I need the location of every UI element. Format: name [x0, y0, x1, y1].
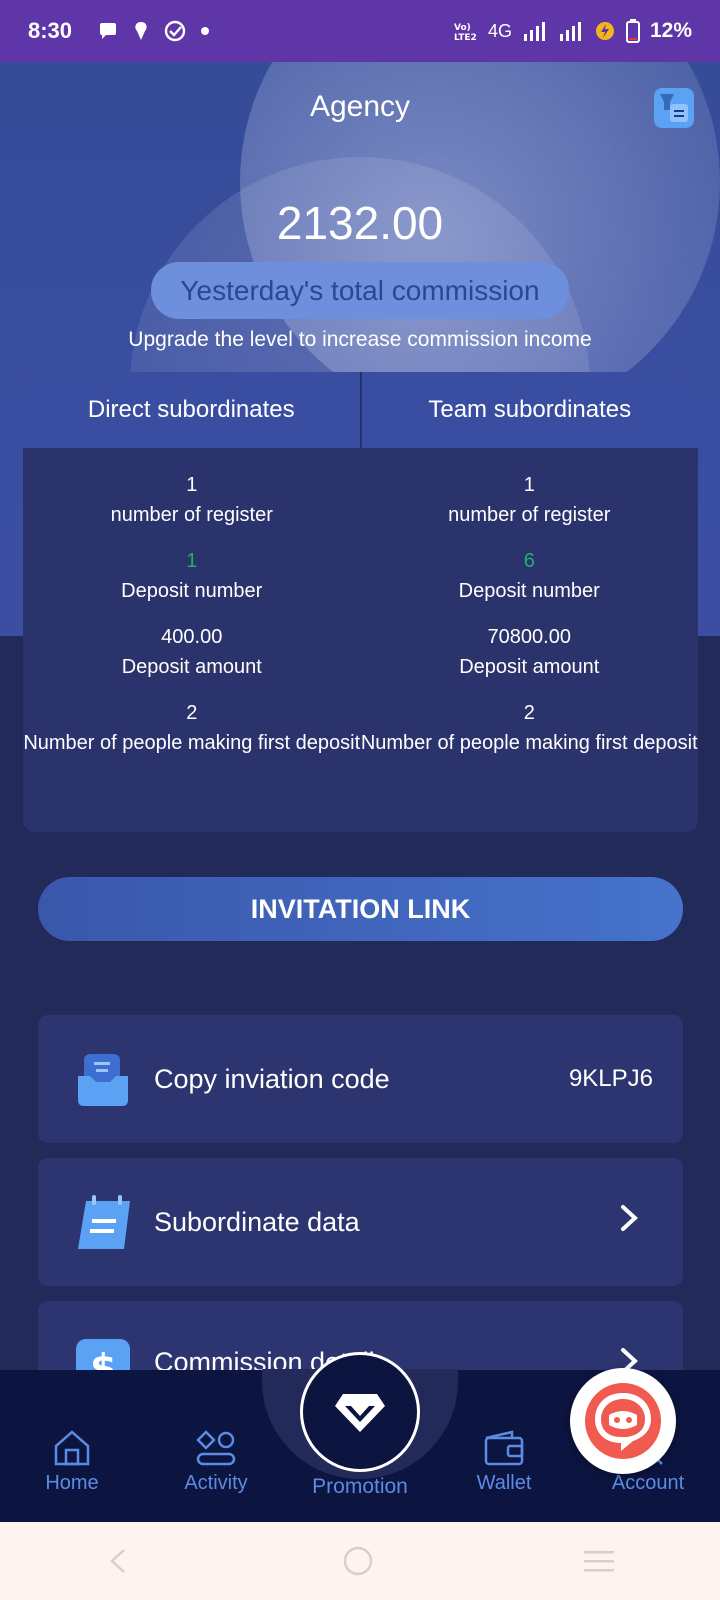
stat-deposit-amount: 70800.00 Deposit amount	[361, 622, 699, 682]
chat-notification-icon	[100, 23, 117, 39]
status-right: Vo) LTE2 4G 12%	[454, 19, 692, 43]
agency-rules-icon[interactable]	[654, 88, 694, 128]
svg-text:Vo): Vo)	[454, 23, 471, 33]
app-notification-icon	[135, 22, 147, 40]
nav-home-label: Home	[45, 1472, 99, 1494]
stat-label: Deposit amount	[121, 656, 262, 678]
commission-amount: 2132.00	[276, 197, 444, 249]
stat-label: Number of people making first deposit	[23, 732, 361, 754]
stat-label: Deposit amount	[459, 656, 600, 678]
chat-bubble-icon	[585, 1383, 661, 1459]
nav-account-label: Account	[611, 1472, 685, 1494]
stat-deposit-number: 1 Deposit number	[23, 546, 361, 606]
invitation-code-value: 9KLPJ6	[568, 1065, 653, 1092]
stat-label: Deposit number	[458, 580, 600, 602]
recents-icon[interactable]	[582, 1546, 616, 1576]
nav-promotion[interactable]	[300, 1352, 420, 1472]
back-icon[interactable]	[104, 1546, 134, 1576]
stat-value: 2	[523, 702, 535, 724]
battery-percent: 12%	[649, 19, 692, 42]
activity-icon	[156, 1428, 276, 1468]
svg-text:LTE2: LTE2	[454, 33, 477, 41]
nav-promotion-label: Promotion	[312, 1475, 408, 1498]
tab-direct-subordinates[interactable]: Direct subordinates	[23, 372, 362, 448]
direct-stats: 1 number of register 1 Deposit number 400.…	[23, 448, 361, 774]
system-navigation-bar	[0, 1522, 720, 1600]
chevron-right-icon	[619, 1204, 639, 1240]
support-chat-button[interactable]	[570, 1368, 676, 1474]
nav-activity[interactable]: Activity	[156, 1428, 276, 1495]
page-title: Agency	[309, 90, 411, 123]
invitation-link-button[interactable]: INVITATION LINK	[38, 877, 683, 941]
stat-value: 1	[523, 474, 535, 496]
stat-first-deposit: 2 Number of people making first deposit	[361, 698, 699, 758]
signal-icon	[523, 22, 545, 41]
subordinates-card: Direct subordinates Team subordinates 1 n…	[23, 372, 698, 832]
battery-saver-icon	[595, 22, 614, 40]
network-type: 4G	[487, 20, 512, 41]
stat-first-deposit: 2 Number of people making first deposit	[23, 698, 361, 758]
diamond-icon	[335, 1394, 385, 1432]
commission-label: Yesterday's total commission	[151, 262, 569, 319]
upgrade-hint: Upgrade the level to increase commission…	[128, 328, 592, 351]
wallet-icon	[444, 1428, 564, 1468]
stat-value: 6	[523, 550, 535, 572]
stat-deposit-number: 6 Deposit number	[361, 546, 699, 606]
subordinates-tabs: Direct subordinates Team subordinates	[23, 372, 698, 448]
notification-icons	[98, 20, 210, 42]
nav-activity-label: Activity	[184, 1472, 248, 1494]
stat-value: 2	[186, 702, 198, 724]
tab-team-subordinates[interactable]: Team subordinates	[362, 372, 699, 448]
nav-wallet[interactable]: Wallet	[444, 1428, 564, 1495]
volte-icon: Vo)LTE2	[454, 23, 477, 41]
calendar-icon	[74, 1193, 132, 1251]
stat-deposit-amount: 400.00 Deposit amount	[23, 622, 361, 682]
stat-value: 70800.00	[487, 626, 571, 648]
nav-home[interactable]: Home	[12, 1428, 132, 1495]
check-circle-icon	[164, 20, 186, 42]
stat-label: Deposit number	[121, 580, 263, 602]
dot-icon	[201, 27, 210, 35]
signal-icon-2	[559, 22, 581, 41]
stat-value: 1	[186, 474, 198, 496]
stat-register: 1 number of register	[23, 470, 361, 530]
copy-code-label: Copy inviation code	[154, 1063, 390, 1094]
stat-value: 1	[186, 550, 198, 572]
stat-label: Number of people making first deposit	[360, 732, 698, 754]
stat-label: number of register	[448, 504, 611, 526]
subordinate-data-label: Subordinate data	[154, 1206, 360, 1237]
nav-wallet-label: Wallet	[476, 1472, 532, 1494]
status-time: 8:30	[28, 18, 73, 43]
stat-label: number of register	[110, 504, 273, 526]
home-icon	[12, 1428, 132, 1468]
subordinate-data-row[interactable]: Subordinate data	[38, 1158, 683, 1286]
status-bar: 8:30 Vo) LTE2 4G 12%	[0, 0, 720, 62]
copy-invitation-code-row[interactable]: Copy inviation code 9KLPJ6	[38, 1015, 683, 1143]
battery-icon	[625, 19, 640, 43]
stat-value: 400.00	[161, 626, 223, 648]
home-circle-icon[interactable]	[341, 1544, 375, 1578]
stat-register: 1 number of register	[361, 470, 699, 530]
copy-code-icon	[74, 1050, 132, 1108]
team-stats: 1 number of register 6 Deposit number 7080…	[361, 448, 699, 774]
